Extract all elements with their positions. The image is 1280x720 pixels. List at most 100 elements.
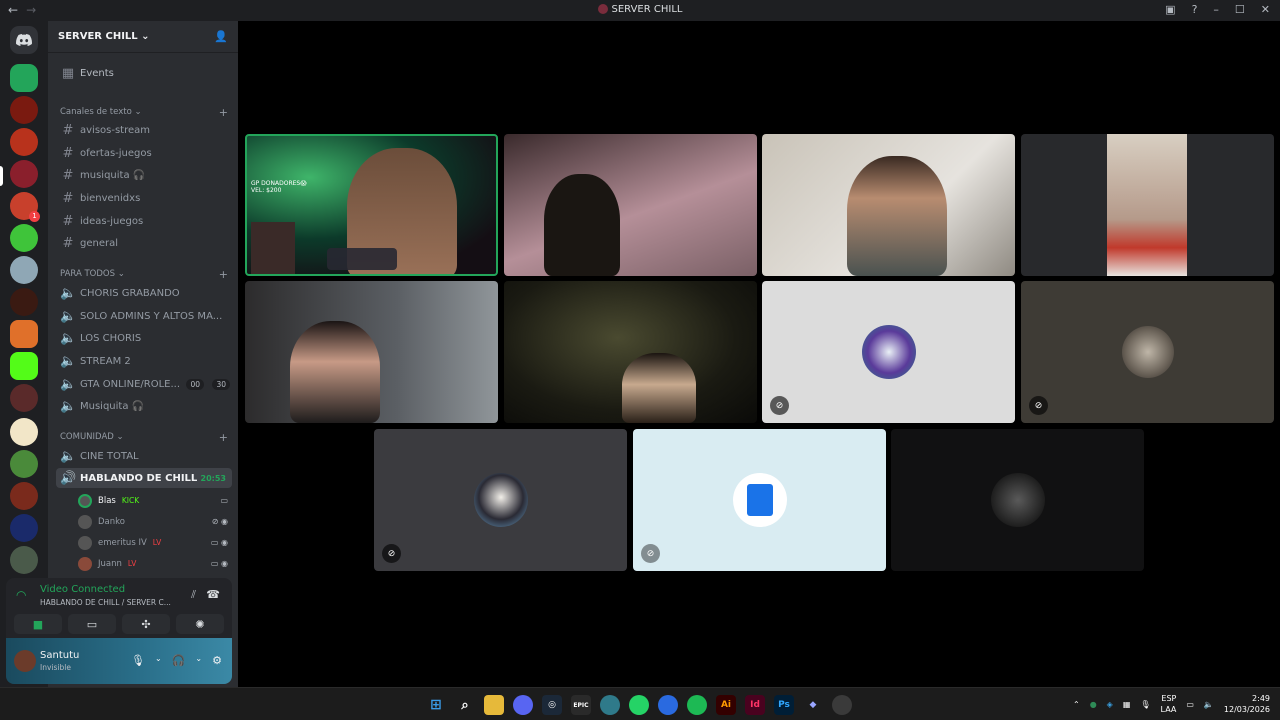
camera-button[interactable]: ■ [14,614,62,634]
video-tile-avatar[interactable]: ⊘ [762,281,1015,423]
server-item[interactable] [10,450,38,478]
voice-channel[interactable]: 🔈 GTA ONLINE/ROLE... 00 30 [56,374,232,394]
video-tile[interactable] [762,134,1015,276]
active-voice-channel[interactable]: 🔊 HABLANDO DE CHILL 20:53 [56,468,232,488]
text-channel[interactable]: # bienvenidxs [56,188,232,208]
text-channel[interactable]: # ofertas-juegos [56,143,232,163]
server-item[interactable] [10,128,38,156]
photoshop-icon[interactable]: Ps [774,695,794,715]
disconnect-icon[interactable]: ☎ [206,588,220,601]
microphone-icon[interactable]: 🎙 [1140,700,1150,709]
server-item[interactable] [10,96,38,124]
indesign-icon[interactable]: Id [745,695,765,715]
category-all[interactable]: PARA TODOS ⌄ + [56,264,232,284]
tray-icon[interactable]: ◈ [1107,700,1113,709]
video-tile[interactable] [245,281,498,423]
selected-pill [0,166,3,186]
server-item[interactable] [10,224,38,252]
screen-share-button[interactable]: ▭ [68,614,116,634]
text-channel[interactable]: # general [56,233,232,253]
category-text[interactable]: Canales de texto ⌄ + [56,102,232,122]
volume-icon[interactable]: 🔈 [1204,700,1214,709]
server-item[interactable] [10,546,38,574]
gear-icon[interactable]: ⚙ [212,654,222,667]
inbox-icon[interactable]: ▣ [1165,3,1175,16]
file-explorer-icon[interactable] [484,695,504,715]
app-icon[interactable] [832,695,852,715]
server-item[interactable] [10,418,38,446]
server-item[interactable] [10,320,38,348]
video-tile[interactable] [504,281,757,423]
video-tile[interactable] [1021,134,1274,276]
tray-icon[interactable]: ● [1090,700,1097,709]
server-header[interactable]: SERVER CHILL ⌄ 👤 [48,21,238,53]
add-channel-icon[interactable]: + [219,268,228,281]
maximize-icon[interactable]: ☐ [1235,3,1245,16]
search-icon[interactable]: ⌕ [455,695,475,715]
video-tile-avatar[interactable]: ⊘ [374,429,627,571]
call-user[interactable]: Blas KICK ▭ [78,491,228,510]
input-language[interactable]: ESP LAA [1161,693,1177,715]
server-item[interactable] [10,514,38,542]
video-tile-avatar[interactable]: ⊘ [1021,281,1274,423]
video-tile[interactable] [504,134,757,276]
microphone-icon[interactable]: 🎙 [131,654,145,667]
close-icon[interactable]: ✕ [1261,3,1270,16]
text-channel[interactable]: # musiquita 🎧 [56,165,232,185]
voice-channel[interactable]: 🔈 STREAM 2 [56,351,232,371]
illustrator-icon[interactable]: Ai [716,695,736,715]
call-user[interactable]: Danko ⊘ ◉ [78,512,228,531]
username[interactable]: Santutu [40,650,79,661]
kick-server-icon[interactable] [10,352,38,380]
text-channel[interactable]: # avisos-stream [56,120,232,140]
server-item[interactable] [10,160,38,188]
spotify-icon[interactable] [687,695,707,715]
help-icon[interactable]: ? [1192,3,1198,16]
add-channel-icon[interactable]: + [219,431,228,444]
voice-channel[interactable]: 🔈 SOLO ADMINS Y ALTOS MA... [56,306,232,326]
server-item[interactable] [10,384,38,412]
avatar[interactable] [14,650,36,672]
chevron-up-icon[interactable]: ⌃ [1073,700,1080,709]
person-add-icon[interactable]: 👤 [214,30,228,43]
activities-button[interactable]: ✣ [122,614,170,634]
server-item[interactable]: 1 [10,192,40,222]
connection-channel[interactable]: HABLANDO DE CHILL / SERVER C... [40,598,180,607]
steam-icon[interactable]: ◎ [542,695,562,715]
app-icon[interactable]: ◆ [803,695,823,715]
app-icon[interactable] [658,695,678,715]
server-item[interactable] [10,288,38,316]
voice-channel[interactable]: 🔈 CINE TOTAL [56,446,232,466]
epic-games-icon[interactable]: EPIC [571,695,591,715]
browser-icon[interactable] [600,695,620,715]
user-avatar [990,473,1045,527]
clock[interactable]: 2:49 12/03/2026 [1224,693,1270,715]
call-user[interactable]: Juann LV ▭ ◉ [78,554,228,573]
events-item[interactable]: ▦ Events [56,63,232,83]
video-tile-avatar[interactable] [891,429,1144,571]
noise-suppression-icon[interactable]: ⫽ [191,588,196,602]
network-icon[interactable]: ▭ [1186,700,1194,709]
discord-home-icon[interactable] [10,26,38,54]
server-item[interactable] [10,482,38,510]
video-tile-streamer[interactable]: GP DONADORES😱 VEL: $200 [245,134,498,276]
soundboard-button[interactable]: ✺ [176,614,224,634]
voice-channel[interactable]: 🔈 LOS CHORIS [56,328,232,348]
minimize-icon[interactable]: – [1213,3,1219,16]
windows-start-icon[interactable]: ⊞ [426,695,446,715]
headphones-icon[interactable]: 🎧 [172,654,186,667]
category-community[interactable]: COMUNIDAD ⌄ + [56,427,232,447]
voice-channel[interactable]: 🔈 Musiquita 🎧 [56,396,232,416]
video-tile-avatar[interactable]: ⊘ [633,429,886,571]
whatsapp-icon[interactable] [629,695,649,715]
folder-icon[interactable] [10,64,38,92]
voice-channel[interactable]: 🔈 CHORIS GRABANDO [56,283,232,303]
chevron-down-icon[interactable]: ⌄ [195,654,202,667]
chevron-down-icon[interactable]: ⌄ [155,654,162,667]
server-item[interactable] [10,256,38,284]
call-user[interactable]: emeritus IV LV ▭ ◉ [78,533,228,552]
tray-icon[interactable]: ▦ [1123,700,1131,709]
add-channel-icon[interactable]: + [219,106,228,119]
text-channel[interactable]: # ideas-juegos [56,211,232,231]
discord-icon[interactable] [513,695,533,715]
